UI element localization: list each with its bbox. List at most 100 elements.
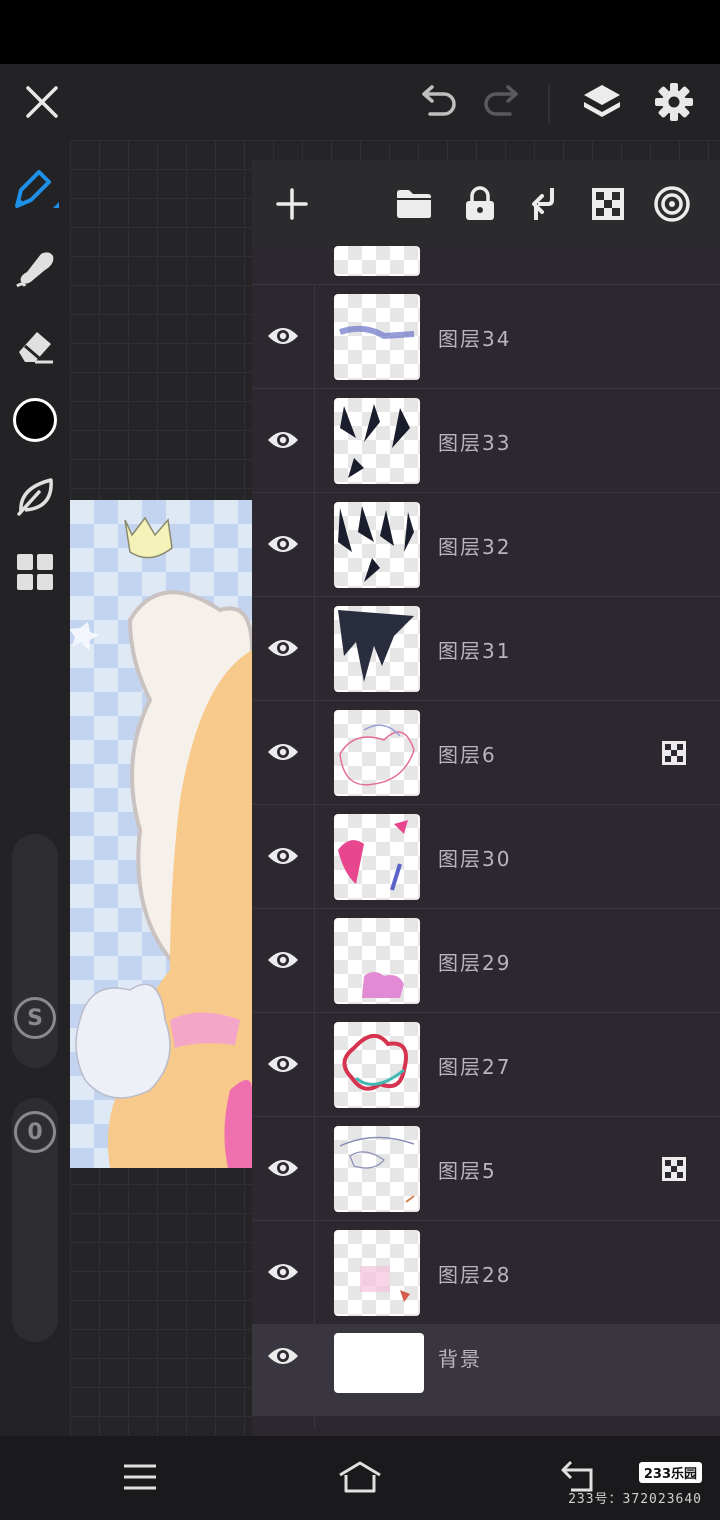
pen-tool-button[interactable] [10,165,60,215]
row-divider [314,805,315,909]
eye-icon [268,848,298,864]
layer-row[interactable]: 图层32 [252,492,720,597]
layer-name: 背景 [438,1347,482,1371]
layer-thumbnail [334,1230,420,1316]
visibility-toggle[interactable] [266,1255,300,1289]
layer-name: 图层30 [438,847,512,871]
undo-button[interactable] [414,80,462,124]
redo-icon [484,85,518,116]
visibility-toggle[interactable] [266,1047,300,1081]
layer-name: 图层32 [438,535,512,559]
layer-row[interactable]: 图层28 [252,1220,720,1325]
artwork-image [70,516,252,1168]
row-divider [314,701,315,805]
row-divider [314,1013,315,1117]
settings-button[interactable] [650,78,698,126]
layer-name: 图层29 [438,951,512,975]
eye-icon [268,744,298,760]
row-divider [314,1325,315,1429]
nav-menu-button[interactable] [110,1452,170,1502]
layer-row[interactable]: 图层33 [252,388,720,493]
eye-icon [268,952,298,968]
eye-icon [268,1348,298,1364]
visibility-toggle[interactable] [266,943,300,977]
row-divider [314,909,315,1013]
current-color-swatch [13,398,57,442]
layer-row[interactable]: 背景 [252,1324,720,1429]
visibility-toggle[interactable] [266,839,300,873]
layer-thumbnail [334,1022,420,1108]
row-divider [314,1117,315,1221]
layer-thumbnail [334,1126,420,1212]
row-divider [314,1221,315,1325]
canvas-artwork[interactable] [70,500,252,1168]
grid-icon [17,554,53,590]
layer-row[interactable]: 图层6 [252,700,720,805]
visibility-toggle[interactable] [266,1151,300,1185]
layer-name: 图层27 [438,1055,512,1079]
layer-thumbnail [334,710,420,796]
eye-icon [268,432,298,448]
system-nav-bar: 233乐园 233号：372023640 [0,1436,720,1520]
visibility-toggle[interactable] [266,527,300,561]
visibility-toggle[interactable] [266,735,300,769]
redo-button[interactable] [478,80,526,124]
layers-button[interactable] [578,78,626,126]
nav-home-button[interactable] [330,1452,390,1502]
layer-thumbnail [334,814,420,900]
close-button[interactable] [20,80,64,124]
layer-row[interactable]: 图层5 [252,1116,720,1221]
layers-panel: 图层34 图层33 图层32 图层31 图层6 图层30 图层29 图层27 图层5 图层28 背景 [252,160,720,1436]
layer-thumbnail [334,294,420,380]
visibility-toggle[interactable] [266,319,300,353]
watermark-logo: 233乐园 [638,1462,702,1483]
brush-opacity-label: 0 [14,1111,56,1153]
layer-name: 图层6 [438,743,497,767]
row-divider [314,493,315,597]
toolbar-divider [548,84,550,124]
layer-row[interactable]: 图层34 [252,284,720,389]
clipping-indicator-icon [662,1157,686,1181]
visibility-toggle[interactable] [266,631,300,665]
row-divider [314,389,315,493]
layer-row-partial[interactable] [252,180,720,284]
eye-icon [268,640,298,656]
visibility-toggle[interactable] [266,423,300,457]
eye-icon [268,1264,298,1280]
layers-icon [584,85,620,117]
undo-icon [422,85,456,116]
pen-icon [15,170,59,208]
layer-thumbnail [334,1333,424,1393]
layer-thumbnail [334,398,420,484]
layer-name: 图层28 [438,1263,512,1287]
layer-row[interactable]: 图层27 [252,1012,720,1117]
clipping-indicator-icon [662,741,686,765]
status-bar [0,0,720,64]
color-picker-button[interactable] [10,395,60,445]
layer-row[interactable]: 图层30 [252,804,720,909]
leaf-icon [17,478,53,516]
layer-row[interactable]: 图层31 [252,596,720,701]
layer-thumbnail [334,246,420,276]
watermark-id: 233号：372023640 [568,1492,702,1507]
visibility-toggle[interactable] [266,1339,300,1373]
menu-icon [124,1464,156,1490]
row-divider [314,597,315,701]
eye-icon [268,328,298,344]
layer-name: 图层5 [438,1159,497,1183]
home-icon [339,1461,381,1493]
more-tools-button[interactable] [10,547,60,597]
layer-thumbnail [334,502,420,588]
layer-row[interactable]: 图层29 [252,908,720,1013]
row-divider [314,285,315,389]
gear-icon [655,83,693,121]
eraser-icon [19,332,53,364]
blur-tool-button[interactable] [10,243,60,293]
layer-thumbnail [334,606,420,692]
eye-icon [268,1056,298,1072]
brush-size-label: S [14,997,56,1039]
app-root: S 0 图层34 图层33 图层32 图层31 图层6 图层30 图层29 图层… [0,0,720,1520]
smudge-tool-button[interactable] [10,471,60,521]
eraser-tool-button[interactable] [10,321,60,371]
eye-icon [268,536,298,552]
